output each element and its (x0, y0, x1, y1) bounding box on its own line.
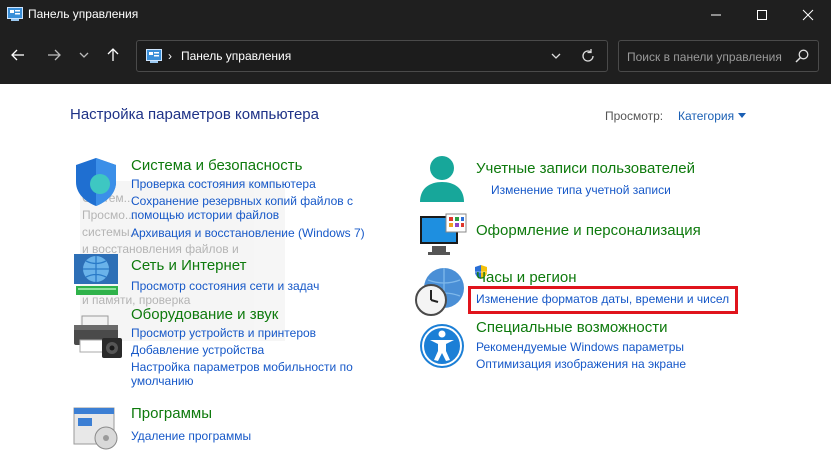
control-panel-app-icon (7, 7, 23, 21)
address-dropdown-button[interactable] (550, 49, 562, 67)
user-account-icon[interactable] (418, 154, 466, 202)
category-user-accounts[interactable]: Учетные записи пользователей (476, 160, 695, 177)
close-button[interactable] (785, 0, 831, 30)
chevron-down-icon (79, 52, 89, 58)
category-clock-region[interactable]: Часы и регион (476, 269, 577, 286)
category-programs[interactable]: Программы (131, 405, 212, 422)
search-icon[interactable] (795, 49, 809, 68)
view-by-dropdown[interactable]: Категория (678, 109, 734, 123)
printer-icon[interactable] (72, 314, 122, 362)
up-button[interactable] (102, 44, 124, 66)
link-optimize-visual-display[interactable]: Оптимизация изображения на экране (476, 357, 686, 372)
chevron-down-icon (551, 53, 561, 59)
link-change-account-type[interactable]: Изменение типа учетной записи (491, 183, 671, 198)
control-panel-window: Панель управления › Панель управления По… (0, 0, 831, 451)
minimize-icon (711, 14, 721, 16)
back-button[interactable] (7, 44, 29, 66)
accessibility-icon[interactable] (418, 322, 466, 370)
link-network-status[interactable]: Просмотр состояния сети и задач (131, 279, 319, 294)
breadcrumb-current[interactable]: Панель управления (181, 49, 291, 63)
refresh-icon (582, 49, 594, 62)
arrow-up-icon (107, 48, 119, 61)
programs-icon[interactable] (72, 406, 120, 451)
title-bar: Панель управления (0, 0, 831, 30)
tooltip-line: Просмо... (82, 208, 135, 222)
caret-down-icon[interactable] (738, 113, 746, 118)
page-title: Настройка параметров компьютера (70, 106, 319, 123)
link-add-device[interactable]: Добавление устройства (131, 343, 264, 358)
link-mobility-settings[interactable]: Настройка параметров мобильности по (131, 360, 353, 375)
link-check-status[interactable]: Проверка состояния компьютера (131, 177, 316, 192)
category-hardware-sound[interactable]: Оборудование и звук (131, 306, 278, 323)
highlight-box (468, 286, 738, 314)
category-system-security[interactable]: Система и безопасность (131, 157, 302, 174)
search-placeholder: Поиск в панели управления (627, 50, 782, 64)
control-panel-icon (146, 49, 162, 68)
navigation-bar: › Панель управления Поиск в панели управ… (0, 30, 831, 84)
search-box[interactable]: Поиск в панели управления (618, 40, 819, 72)
monitor-personalization-icon[interactable] (418, 212, 467, 260)
view-by-label: Просмотр: (605, 109, 664, 123)
arrow-left-icon (11, 49, 24, 61)
link-uninstall-program[interactable]: Удаление программы (131, 429, 251, 444)
category-accessibility[interactable]: Специальные возможности (476, 319, 668, 336)
refresh-button[interactable] (580, 48, 596, 69)
window-title: Панель управления (28, 7, 139, 21)
minimize-button[interactable] (693, 0, 739, 30)
link-file-history[interactable]: Сохранение резервных копий файлов с (131, 194, 353, 209)
arrow-right-icon (48, 49, 61, 61)
address-bar[interactable]: › Панель управления (136, 40, 608, 72)
link-file-history-cont[interactable]: помощью истории файлов (131, 208, 279, 223)
breadcrumb-chevron-icon: › (168, 49, 172, 63)
category-appearance[interactable]: Оформление и персонализация (476, 222, 701, 239)
forward-button[interactable] (43, 44, 65, 66)
link-mobility-settings-cont[interactable]: умолчанию (131, 374, 194, 389)
network-globe-icon[interactable] (72, 250, 120, 298)
link-backup-restore[interactable]: Архивация и восстановление (Windows 7) (131, 226, 365, 241)
link-devices-printers[interactable]: Просмотр устройств и принтеров (131, 326, 316, 341)
maximize-button[interactable] (739, 0, 785, 30)
content-area: Настройка параметров компьютера Просмотр… (0, 84, 831, 451)
link-recommended-windows-settings[interactable]: Рекомендуемые Windows параметры (476, 340, 684, 355)
shield-icon[interactable] (72, 156, 120, 206)
clock-globe-icon[interactable] (414, 266, 464, 316)
recent-locations-button[interactable] (73, 44, 95, 66)
maximize-icon (757, 10, 767, 20)
category-network[interactable]: Сеть и Интернет (131, 257, 247, 274)
close-icon (802, 9, 814, 21)
